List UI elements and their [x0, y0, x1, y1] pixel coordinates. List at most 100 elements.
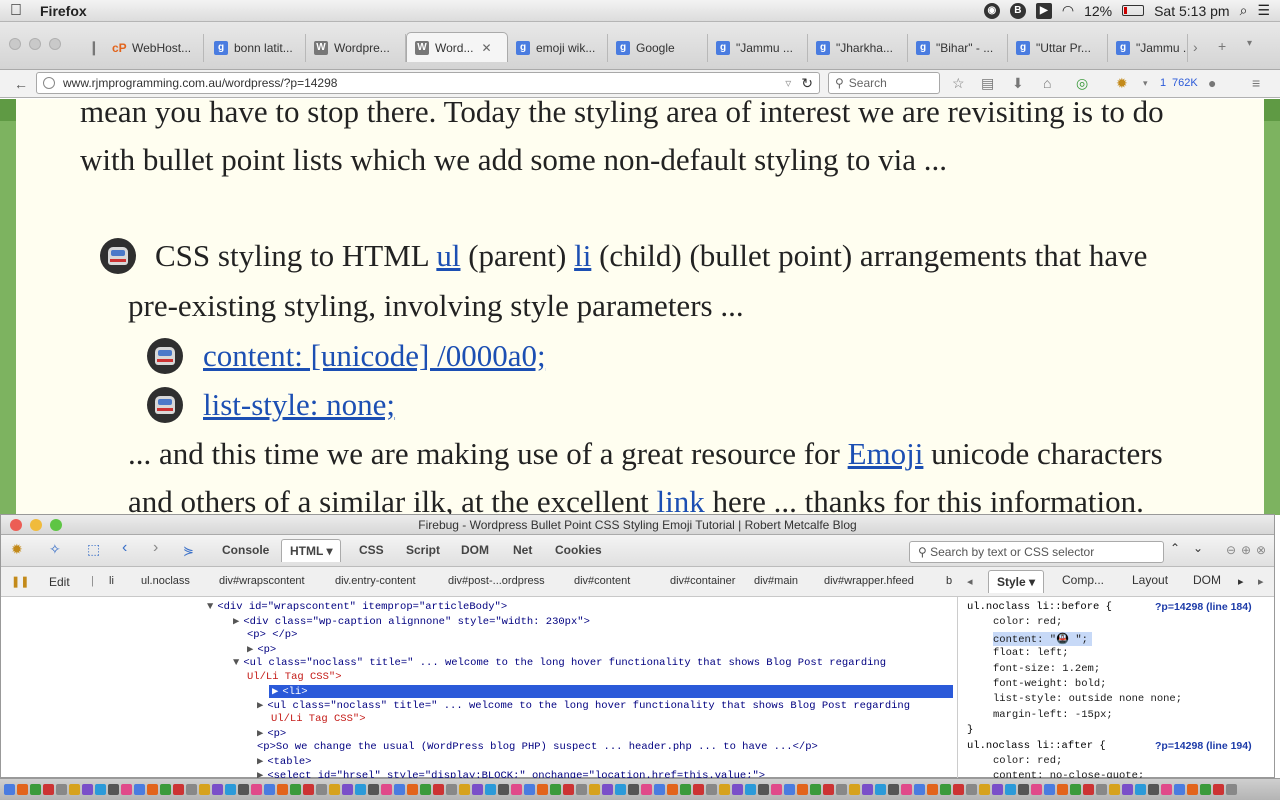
dock-app-icon[interactable]	[316, 784, 327, 795]
battery-percent[interactable]: 12%	[1084, 3, 1112, 19]
html-node[interactable]: ▶ <p>	[257, 727, 286, 740]
crumb-wrapscontent[interactable]: div#wrapscontent	[219, 575, 305, 587]
tab-9[interactable]: g "Bihar" - ...	[908, 34, 1008, 62]
side-menu-icon[interactable]: ▸	[1258, 575, 1264, 588]
dock-app-icon[interactable]	[433, 784, 444, 795]
dock-app-icon[interactable]	[134, 784, 145, 795]
dock-app-icon[interactable]	[56, 784, 67, 795]
tab-list-icon[interactable]: ▾	[1247, 38, 1252, 49]
tree-twisty-icon[interactable]: ▶	[233, 616, 239, 628]
dock-app-icon[interactable]	[1161, 784, 1172, 795]
dock-app-icon[interactable]	[797, 784, 808, 795]
dock-app-icon[interactable]	[1096, 784, 1107, 795]
tab-3[interactable]: W Wordpre...	[306, 34, 406, 62]
dock-app-icon[interactable]	[147, 784, 158, 795]
dock-app-icon[interactable]	[4, 784, 15, 795]
tab-7[interactable]: g "Jammu ...	[708, 34, 808, 62]
firebug-icon[interactable]: ✹	[1116, 75, 1128, 92]
dock-app-icon[interactable]	[784, 784, 795, 795]
tree-twisty-icon[interactable]: ▶	[257, 700, 263, 712]
pause-icon[interactable]: ❚❚	[11, 575, 29, 588]
dock-app-icon[interactable]	[953, 784, 964, 795]
dock-app-icon[interactable]	[407, 784, 418, 795]
dock-app-icon[interactable]	[420, 784, 431, 795]
css-property[interactable]: color: red;	[993, 755, 1062, 767]
dock-app-icon[interactable]	[524, 784, 535, 795]
dock-app-icon[interactable]	[1057, 784, 1068, 795]
bookmark-star-icon[interactable]: ☆	[952, 75, 965, 92]
reload-icon[interactable]: ↻	[801, 75, 813, 92]
css-property[interactable]: font-weight: bold;	[993, 678, 1106, 690]
tab-11[interactable]: g "Jammu ...	[1108, 34, 1188, 62]
dock-app-icon[interactable]	[706, 784, 717, 795]
dock-app-icon[interactable]	[927, 784, 938, 795]
firebug-close-button[interactable]	[10, 519, 22, 531]
crumb-li[interactable]: li	[109, 575, 114, 587]
home-icon[interactable]: ⌂	[1043, 75, 1051, 91]
css-source-link[interactable]: ?p=14298 (line 194)	[1155, 740, 1252, 752]
search-input[interactable]: ⚲ Search	[828, 72, 940, 94]
css-property[interactable]: list-style: outside none none;	[993, 693, 1182, 705]
dock-app-icon[interactable]	[1213, 784, 1224, 795]
tab-side-dom[interactable]: DOM	[1193, 573, 1221, 587]
delta-icon[interactable]: ▶	[1035, 2, 1052, 19]
li-link[interactable]: li	[574, 238, 591, 273]
dock-app-icon[interactable]	[602, 784, 613, 795]
css-selector[interactable]: ul.noclass li::before {?p=14298 (line 18…	[967, 601, 1252, 613]
addon-icon[interactable]: ◎	[1076, 75, 1088, 92]
dock-app-icon[interactable]	[1135, 784, 1146, 795]
wifi-icon[interactable]: ◠	[1062, 2, 1074, 19]
dock-app-icon[interactable]	[381, 784, 392, 795]
dock-app-icon[interactable]	[43, 784, 54, 795]
dock-app-icon[interactable]	[914, 784, 925, 795]
tab-10[interactable]: g "Uttar Pr...	[1008, 34, 1108, 62]
memory-indicator[interactable]: 762K	[1172, 77, 1198, 89]
dock-app-icon[interactable]	[1226, 784, 1237, 795]
dock-app-icon[interactable]	[212, 784, 223, 795]
dock-app-icon[interactable]	[121, 784, 132, 795]
dock-app-icon[interactable]	[992, 784, 1003, 795]
dock-app-icon[interactable]	[823, 784, 834, 795]
html-node[interactable]: <p> </p>	[247, 629, 297, 641]
dock-app-icon[interactable]	[641, 784, 652, 795]
dock-app-icon[interactable]	[238, 784, 249, 795]
dock-app-icon[interactable]	[862, 784, 873, 795]
html-node[interactable]: ▶ <ul class="noclass" title=" ... welcome…	[257, 699, 910, 712]
dock-app-icon[interactable]	[810, 784, 821, 795]
tab-style[interactable]: Style ▾	[988, 570, 1045, 593]
tree-twisty-icon[interactable]: ▼	[207, 601, 213, 613]
tab-console[interactable]: Console	[222, 543, 269, 557]
tab-8[interactable]: g "Jharkha...	[808, 34, 908, 62]
content-unicode-link[interactable]: content: [unicode] /0000a0;	[203, 338, 546, 373]
ul-link[interactable]: ul	[436, 238, 460, 273]
dock-app-icon[interactable]	[719, 784, 730, 795]
dock-app-icon[interactable]	[342, 784, 353, 795]
firebug-minimize-button[interactable]	[30, 519, 42, 531]
firebug-close-icon[interactable]: ⊗	[1256, 543, 1266, 557]
firebug-zoom-button[interactable]	[50, 519, 62, 531]
dock-app-icon[interactable]	[537, 784, 548, 795]
crumb-content[interactable]: div#content	[574, 575, 630, 587]
tab-1[interactable]: cP WebHost...	[104, 34, 204, 62]
window-minimize-button[interactable]	[29, 38, 41, 50]
tree-twisty-icon[interactable]: ▶	[257, 756, 263, 768]
dock-app-icon[interactable]	[901, 784, 912, 795]
b-icon[interactable]: B	[1009, 2, 1026, 19]
search-next-icon[interactable]: ⌄	[1193, 541, 1203, 555]
selected-html-node[interactable]: ▶ <li>	[269, 685, 953, 698]
firebug-search-input[interactable]: ⚲ Search by text or CSS selector	[909, 541, 1164, 563]
dock-app-icon[interactable]	[1070, 784, 1081, 795]
dock-app-icon[interactable]	[511, 784, 522, 795]
bookmarks-menu-icon[interactable]: ▤	[981, 75, 994, 92]
chat-icon[interactable]: ●	[1208, 75, 1216, 91]
dock-app-icon[interactable]	[82, 784, 93, 795]
css-source-link[interactable]: ?p=14298 (line 184)	[1155, 601, 1252, 613]
battery-icon[interactable]	[1122, 5, 1145, 16]
dock-app-icon[interactable]	[95, 784, 106, 795]
dock-app-icon[interactable]	[485, 784, 496, 795]
tab-scroll-left-icon[interactable]: ❙	[88, 39, 100, 56]
dock-app-icon[interactable]	[303, 784, 314, 795]
dock-app-icon[interactable]	[251, 784, 262, 795]
dock-app-icon[interactable]	[1031, 784, 1042, 795]
dock-app-icon[interactable]	[498, 784, 509, 795]
